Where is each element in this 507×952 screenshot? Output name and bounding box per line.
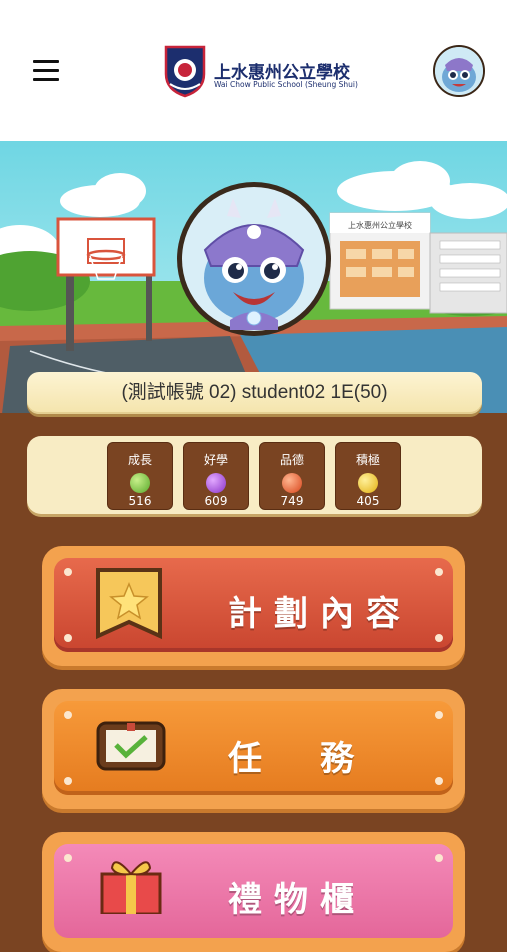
hamburger-menu-icon[interactable] [33,58,61,84]
stat-learning: 好學 609 [183,442,249,510]
active-orb-icon [358,473,378,493]
stat-character-label: 品德 [279,453,304,467]
stat-growth-label: 成長 [127,453,152,467]
stat-growth-value: 516 [128,494,152,508]
character-orb-icon [282,473,302,493]
plan-content-button[interactable]: 計劃內容 [42,546,465,666]
app-header: 上水惠州公立學校 Wai Chow Public School (Sheung … [0,0,507,141]
task-board-icon [96,721,166,771]
stat-active: 積極 405 [335,442,401,510]
student-display-name: (測試帳號 02) student02 1E(50) [121,382,388,403]
stat-character-value: 749 [280,494,304,508]
stat-active-value: 405 [356,494,380,508]
user-avatar-button[interactable] [433,45,485,97]
stats-panel: 成長 516 好學 609 品德 749 積極 405 [27,436,482,514]
stat-character: 品德 749 [259,442,325,510]
dragon-avatar-icon [435,47,483,95]
tasks-button[interactable]: 任 務 [42,689,465,809]
building-sign: 上水惠州公立學校 [348,220,412,230]
stat-learning-label: 好學 [203,453,228,467]
gift-cabinet-label: 禮物櫃 [228,880,366,920]
star-banner-icon [96,568,162,640]
learning-orb-icon [206,473,226,493]
student-name-bar: (測試帳號 02) student02 1E(50) [27,372,482,414]
growth-orb-icon [130,473,150,493]
school-crest-logo [164,45,206,98]
school-name-english: Wai Chow Public School (Sheung Shui) [214,80,358,89]
plan-content-label: 計劃內容 [228,594,412,634]
character-avatar [177,182,331,336]
stat-growth: 成長 516 [107,442,173,510]
tasks-label: 任 務 [228,739,366,779]
stat-active-label: 積極 [355,453,380,467]
gift-cabinet-button[interactable]: 禮物櫃 [42,832,465,952]
stat-learning-value: 609 [204,494,228,508]
gift-box-icon [100,861,162,914]
